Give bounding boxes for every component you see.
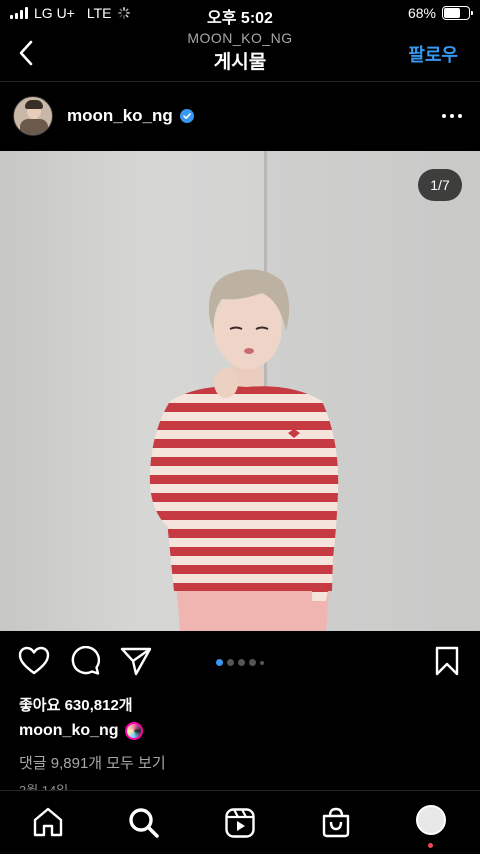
lollipop-emoji-icon bbox=[124, 722, 143, 740]
bookmark-icon bbox=[435, 646, 459, 676]
person-figure bbox=[149, 269, 339, 631]
follow-button[interactable]: 팔로우 bbox=[408, 41, 458, 67]
caption-username[interactable]: moon_ko_ng bbox=[19, 722, 119, 740]
nav-profile[interactable] bbox=[416, 805, 446, 848]
verified-badge-icon bbox=[179, 109, 194, 123]
status-right: 68% bbox=[407, 5, 473, 21]
caption: moon_ko_ng bbox=[19, 722, 143, 740]
carousel-dot-active bbox=[216, 659, 223, 666]
post-username: moon_ko_ng bbox=[67, 106, 173, 125]
photo-counter: 1/7 bbox=[418, 169, 462, 201]
nav-reels[interactable] bbox=[224, 807, 256, 844]
avatar[interactable] bbox=[13, 96, 53, 136]
bottom-nav bbox=[0, 790, 480, 854]
save-button[interactable] bbox=[434, 646, 460, 681]
nav-shop[interactable] bbox=[320, 807, 352, 844]
carousel-dot bbox=[238, 659, 245, 666]
view-all-comments-link[interactable]: 댓글 9,891개 모두 보기 bbox=[19, 752, 166, 773]
nav-home[interactable] bbox=[32, 807, 64, 842]
home-icon bbox=[33, 807, 63, 837]
status-bar: LG U+ LTE 오후 5:02 68% bbox=[0, 0, 480, 28]
more-options-button[interactable] bbox=[442, 114, 462, 118]
notification-dot bbox=[428, 843, 433, 848]
carousel-dot bbox=[260, 660, 264, 665]
nav-search[interactable] bbox=[128, 807, 160, 844]
post-action-bar bbox=[0, 640, 480, 684]
battery-percent: 68% bbox=[407, 5, 436, 21]
carousel-dot bbox=[249, 659, 256, 666]
carousel-dot bbox=[227, 659, 234, 666]
search-icon bbox=[129, 808, 159, 838]
shop-icon bbox=[322, 807, 350, 838]
carousel-indicator bbox=[0, 659, 480, 666]
post-username-link[interactable]: moon_ko_ng bbox=[67, 106, 194, 126]
post-photo[interactable]: 1/7 bbox=[0, 151, 480, 631]
battery-icon bbox=[442, 6, 473, 20]
post-header: moon_ko_ng bbox=[0, 90, 480, 142]
profile-icon bbox=[416, 805, 446, 835]
likes-count[interactable]: 좋아요 630,812개 bbox=[19, 694, 133, 715]
reels-icon bbox=[225, 808, 255, 838]
top-header: MOON_KO_NG 게시물 팔로우 bbox=[0, 28, 480, 82]
battery-fill bbox=[444, 8, 461, 18]
